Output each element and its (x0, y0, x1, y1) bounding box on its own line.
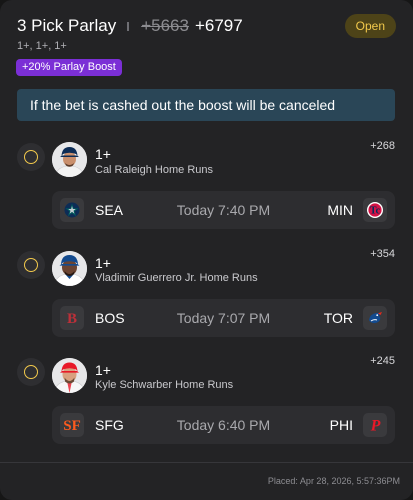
leg-line: 1+ (95, 362, 111, 378)
leg-status-circle-icon (17, 143, 45, 171)
home-team-abbr: MIN (327, 202, 353, 218)
leg-status-circle-icon (17, 251, 45, 279)
twins-logo-icon: Tc (363, 198, 387, 222)
leg-odds: +245 (370, 355, 395, 367)
leg-line: 1+ (95, 255, 111, 271)
svg-text:Tc: Tc (370, 206, 381, 217)
player-headshot-image (52, 251, 87, 286)
parlay-title: 3 Pick Parlay (17, 16, 117, 35)
leg-line: 1+ (95, 146, 111, 162)
player-headshot-image (52, 358, 87, 393)
parlay-header: 3 Pick Parlay +5663 +6797 Open 1+, 1+, 1… (17, 14, 396, 52)
original-odds: +5663 (141, 16, 189, 35)
leg-description: Vladimir Guerrero Jr. Home Runs (95, 272, 258, 284)
player-headshot (52, 251, 87, 286)
game-row[interactable]: SF SFG Today 6:40 PM PHI P (52, 406, 395, 444)
placed-timestamp: Placed: Apr 28, 2026, 5:57:36PM (267, 476, 400, 486)
player-headshot (52, 142, 87, 177)
title-row: 3 Pick Parlay +5663 +6797 (17, 14, 396, 38)
game-row[interactable]: SEA Today 7:40 PM MIN Tc (52, 191, 395, 229)
leg-status-circle-icon (17, 358, 45, 386)
leg-odds: +268 (370, 140, 395, 152)
parlay-boost-badge: +20% Parlay Boost (16, 59, 122, 76)
leg-description: Cal Raleigh Home Runs (95, 164, 213, 176)
leg-description: Kyle Schwarber Home Runs (95, 379, 234, 391)
legs-summary: 1+, 1+, 1+ (17, 40, 67, 52)
boost-notice: If the bet is cashed out the boost will … (17, 89, 395, 121)
footer-divider (0, 462, 413, 463)
title-separator (127, 21, 130, 31)
player-headshot-image (52, 142, 87, 177)
parlay-card: 3 Pick Parlay +5663 +6797 Open 1+, 1+, 1… (0, 0, 413, 500)
home-team-abbr: TOR (323, 310, 353, 326)
player-headshot (52, 358, 87, 393)
game-row[interactable]: B BOS Today 7:07 PM TOR (52, 299, 395, 337)
svg-text:P: P (370, 418, 381, 435)
status-badge: Open (344, 14, 396, 38)
blue-jays-logo-icon (363, 306, 387, 330)
home-team-abbr: PHI (329, 417, 353, 433)
leg-odds: +354 (370, 248, 395, 260)
boosted-odds: +6797 (194, 16, 243, 35)
phillies-logo-icon: P (363, 413, 387, 437)
